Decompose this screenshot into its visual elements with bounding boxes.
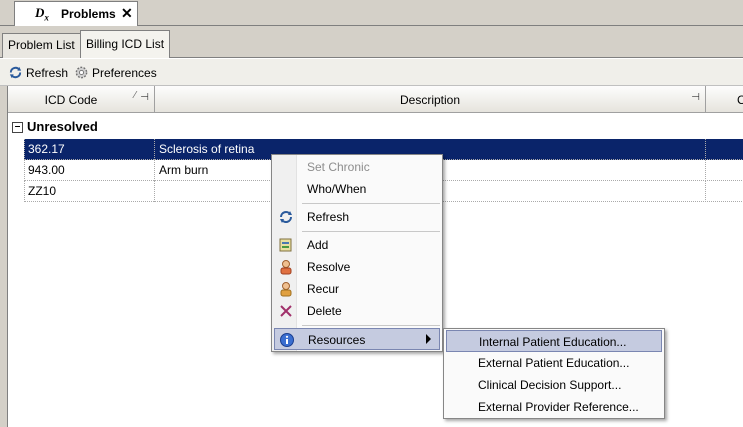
refresh-button[interactable]: Refresh [8, 64, 68, 81]
menu-separator [302, 203, 440, 204]
submenu-arrow-icon [426, 334, 431, 344]
preferences-button[interactable]: Preferences [74, 64, 157, 81]
dx-logo: Dx [35, 5, 49, 23]
preferences-label: Preferences [92, 65, 157, 80]
pin-icon[interactable]: ⊣ [691, 92, 700, 103]
close-icon[interactable]: ✕ [121, 5, 133, 22]
menu-item-resolve[interactable]: Resolve [274, 256, 440, 278]
menu-item-resources[interactable]: Resources [274, 328, 440, 350]
document-tab-strip: Dx Problems ✕ [0, 0, 743, 26]
refresh-label: Refresh [26, 65, 69, 80]
menu-separator [302, 231, 440, 232]
info-icon [280, 333, 294, 347]
add-icon [279, 238, 292, 252]
column-header-description[interactable]: Description ⊣ [155, 86, 706, 113]
tab-billing-icd-list[interactable]: Billing ICD List [80, 30, 171, 58]
tab-problem-list[interactable]: Problem List [2, 33, 81, 58]
toolbar: Refresh Preferences [0, 59, 743, 86]
submenu-item-clinical-decision-support[interactable]: Clinical Decision Support... [446, 374, 662, 396]
icd-code-cell: 362.17 [24, 139, 155, 160]
delete-icon [280, 305, 292, 317]
menu-separator [302, 325, 440, 326]
group-unresolved[interactable]: – Unresolved [8, 118, 743, 138]
pin-icon[interactable]: ⊣ [140, 92, 149, 103]
menu-item-recur[interactable]: Recur [274, 278, 440, 300]
icd-code-cell: ZZ10 [24, 181, 155, 202]
submenu-item-external-provider-reference[interactable]: External Provider Reference... [446, 396, 662, 418]
gear-icon [75, 66, 88, 79]
resolve-icon [280, 260, 292, 275]
menu-item-refresh[interactable]: Refresh [274, 206, 440, 228]
refresh-icon [9, 66, 22, 79]
problems-document-tab[interactable]: Dx Problems ✕ [14, 1, 138, 26]
column-header-icd-code[interactable]: ICD Code ⁄ ⊣ [8, 86, 155, 113]
menu-item-delete[interactable]: Delete [274, 300, 440, 322]
document-tab-title: Problems [61, 7, 116, 21]
refresh-icon [280, 211, 292, 223]
icd-code-cell: 943.00 [24, 160, 155, 181]
column-header-third[interactable]: C [706, 86, 743, 113]
menu-item-add[interactable]: Add [274, 234, 440, 256]
collapse-icon[interactable]: – [12, 122, 23, 133]
context-menu: Set Chronic Who/When Refresh Add Resolve [271, 154, 443, 352]
resources-submenu: Internal Patient Education... External P… [443, 328, 665, 419]
subtab-strip: Problem List Billing ICD List [0, 26, 743, 58]
submenu-item-internal-patient-education[interactable]: Internal Patient Education... [446, 330, 662, 352]
menu-item-set-chronic: Set Chronic [307, 160, 370, 174]
menu-item-who-when[interactable]: Who/When [274, 178, 440, 200]
submenu-item-external-patient-education[interactable]: External Patient Education... [446, 352, 662, 374]
sort-icon: ⁄ [134, 90, 136, 101]
group-label: Unresolved [27, 119, 98, 134]
recur-icon [280, 282, 292, 297]
